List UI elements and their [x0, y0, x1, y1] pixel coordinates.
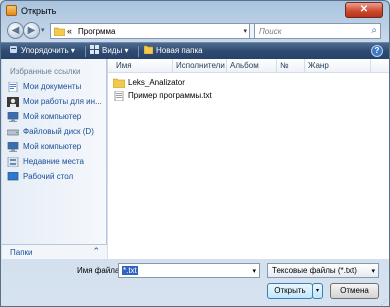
column-header-album[interactable]: Альбом — [230, 61, 259, 70]
sidebar-item-desktop[interactable]: Рабочий стол — [7, 171, 105, 183]
column-divider[interactable] — [226, 59, 227, 73]
toolbar-divider — [85, 46, 86, 57]
command-toolbar: Упорядочить ▾ Виды ▾ Новая папка ? — [1, 42, 389, 59]
chevron-up-icon: ⌃ — [92, 246, 100, 256]
sidebar-item-my-works[interactable]: Мои работы для ин... — [7, 96, 105, 108]
open-file-dialog: Открыть ✕ ◀ ▶ ▾ « Прогрмма ▾ ↻ Поиск ⌕ У… — [0, 0, 390, 307]
file-type-value: Тексовые файлы (*.txt) — [272, 266, 357, 275]
chevron-down-icon[interactable]: ▾ — [252, 267, 256, 275]
filename-label: Имя файла: — [77, 266, 122, 275]
back-button[interactable]: ◀ — [7, 22, 24, 39]
sidebar-item-computer[interactable]: Мой компьютер — [7, 141, 105, 153]
sidebar-item-label: Файловый диск (D) — [23, 127, 94, 136]
column-divider[interactable] — [172, 59, 173, 73]
sidebar-item-recent-places[interactable]: Недавние места — [7, 156, 105, 168]
views-dropdown-icon: ▾ — [124, 46, 129, 55]
column-header-name[interactable]: Имя — [116, 61, 132, 70]
title-bar[interactable]: Открыть ✕ — [1, 1, 389, 21]
user-icon — [7, 97, 19, 107]
address-separator: « — [67, 26, 73, 36]
file-type-select[interactable]: Тексовые файлы (*.txt) ▾ — [267, 263, 379, 278]
open-options-button[interactable]: ▾ — [312, 283, 323, 299]
dialog-footer: Имя файла: *.txt ▾ Тексовые файлы (*.txt… — [1, 259, 389, 307]
column-header-artists[interactable]: Исполнители — [176, 61, 225, 70]
folders-label: Папки — [10, 248, 33, 257]
organize-dropdown-icon: ▾ — [70, 46, 75, 55]
file-name: Leks_Analizator — [128, 78, 185, 87]
sidebar-item-label: Рабочий стол — [23, 172, 74, 181]
views-button[interactable]: Виды ▾ — [90, 45, 128, 57]
file-name: Пример программы.txt — [128, 91, 212, 100]
help-button[interactable]: ? — [371, 45, 383, 57]
chevron-down-icon: ▾ — [371, 268, 375, 275]
sidebar-item-drive-d[interactable]: Файловый диск (D) — [7, 126, 105, 138]
navigation-bar: ◀ ▶ ▾ « Прогрмма ▾ ↻ Поиск ⌕ — [1, 21, 389, 42]
forward-button[interactable]: ▶ — [23, 22, 40, 39]
column-divider[interactable] — [276, 59, 277, 73]
new-folder-button[interactable]: Новая папка — [144, 45, 203, 57]
sidebar-item-label: Недавние места — [23, 157, 84, 166]
folder-icon — [54, 27, 65, 36]
resize-grip-icon[interactable]: ⋰ — [381, 299, 387, 306]
toolbar-divider — [138, 46, 139, 57]
views-icon — [90, 45, 99, 54]
history-dropdown-icon[interactable]: ▾ — [41, 26, 45, 34]
organize-label: Упорядочить — [21, 46, 69, 55]
sidebar-item-label: Мои работы для ин... — [23, 97, 102, 106]
favorite-links-pane: Избранные ссылки Мои документы Мои работ… — [2, 59, 107, 259]
address-bar[interactable]: « Прогрмма ▾ — [50, 23, 250, 39]
computer-icon — [7, 112, 19, 122]
organize-button[interactable]: Упорядочить ▾ — [9, 45, 75, 57]
sidebar-item-my-computer[interactable]: Мой компьютер — [7, 111, 105, 123]
file-list: Имя Исполнители Альбом № Жанр Leks_Anali… — [108, 59, 389, 259]
column-divider[interactable] — [370, 59, 371, 73]
folder-icon — [113, 78, 125, 88]
favorite-links-heading: Избранные ссылки — [10, 67, 81, 76]
cancel-button[interactable]: Отмена — [330, 283, 379, 299]
app-icon — [6, 5, 17, 16]
sidebar-item-label: Мой компьютер — [23, 112, 82, 121]
new-folder-icon — [144, 45, 153, 54]
recent-icon — [7, 157, 19, 167]
views-label: Виды — [102, 46, 123, 55]
column-header-row: Имя Исполнители Альбом № Жанр — [108, 59, 389, 73]
desktop-icon — [7, 172, 19, 181]
documents-icon — [8, 82, 18, 92]
search-icon[interactable]: ⌕ — [371, 25, 377, 36]
drive-icon — [7, 129, 19, 136]
organize-icon — [10, 46, 17, 53]
column-divider[interactable] — [304, 59, 305, 73]
filename-value: *.txt — [122, 266, 138, 275]
computer-icon — [7, 142, 19, 152]
window-title: Открыть — [21, 6, 57, 16]
sidebar-item-label: Мои документы — [23, 82, 82, 91]
text-file-icon — [114, 91, 124, 101]
search-placeholder: Поиск — [259, 27, 282, 36]
address-dropdown-icon[interactable]: ▾ — [243, 27, 247, 35]
column-header-genre[interactable]: Жанр — [308, 61, 329, 70]
sidebar-item-label: Мой компьютер — [23, 142, 82, 151]
filename-field[interactable]: *.txt ▾ — [118, 263, 260, 278]
sidebar-item-my-documents[interactable]: Мои документы — [7, 81, 105, 93]
close-button[interactable]: ✕ — [345, 2, 383, 18]
open-button[interactable]: Открыть — [267, 283, 313, 299]
address-path[interactable]: Прогрмма — [78, 27, 115, 36]
search-input[interactable]: Поиск ⌕ — [254, 23, 381, 39]
folders-toggle[interactable]: Папки ⌃ — [2, 244, 107, 259]
new-folder-label: Новая папка — [156, 46, 203, 55]
column-header-number[interactable]: № — [280, 61, 289, 70]
